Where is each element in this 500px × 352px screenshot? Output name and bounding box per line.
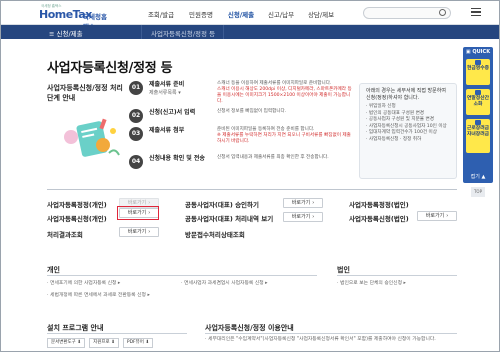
nav-item-certificate[interactable]: 민원증명 [181,9,221,19]
step-desc-text: 신청서 정보를 빠짐없이 입력합니다. [217,109,287,114]
step-desc-note: 스캐너 이용시 해상도 200dpi 이상, 디지털카메라, 스마트폰카메라 등… [217,87,352,104]
step-desc-text: 신청서 입력내용과 제출서류를 최종 확인한 후 전송합니다. [217,155,329,160]
search-input[interactable] [363,7,451,19]
quick-earned-income[interactable]: 근로장려금자녀장려금 [466,119,490,153]
download-support-button[interactable]: 지원프로 ⬇ [89,338,119,348]
go-button-joint-approve[interactable]: 바로가기 › [283,198,323,208]
quick-title: ▣ QUICK [465,49,491,55]
shortcut-label: 사업자등록신청(법인) [349,215,409,223]
divider [337,275,457,276]
step-title: 제출서류 첨부 [149,127,185,134]
page-title: 사업자등록신청/정정 등 [47,61,173,76]
download-converter-button[interactable]: 문서변환도구 ⬇ [47,338,85,348]
visit-notice-box: 아래의 경우는 세무서에 직접 방문하여 신청(정정)하셔야 합니다. · 위임… [359,83,457,179]
quick-collapse-button[interactable]: 접기 ▲ [463,173,493,180]
link-tax-exempt-waiver[interactable]: · 면세포기에 의한 사업자등록 신청 ▸ [47,279,120,286]
divider [47,189,457,190]
top-header: 국세청 홈택스 HomeTax 국세청홈택스 조회/발급 민원증명 신청/제출 … [1,1,499,31]
download-pdf-viewer-button[interactable]: PDF뷰어 ⬇ [123,338,153,348]
nav-item-apply[interactable]: 신청/제출 [221,9,261,19]
step-title: 신청(신고)서 입력 [149,109,196,116]
link-exempt-to-taxable[interactable]: · 세법개정에 따른 면세에서 과세로 전환등록 신청 ▸ [47,291,150,298]
nav-item-consult[interactable]: 상담/제보 [301,9,341,19]
divider [47,275,317,276]
document-icon [475,90,481,95]
divider [47,333,187,334]
step-title: 신청내용 확인 및 전송 [149,155,205,162]
app-window: 국세청 홈택스 HomeTax 국세청홈택스 조회/발급 민원증명 신청/제출 … [0,0,500,352]
shortcut-label: 방문접수처리상태조회 [185,231,245,239]
process-guide-title: 사업자등록신청/정정 처리단계 안내 [47,84,123,102]
nav-item-report[interactable]: 신고/납부 [261,9,301,19]
step-title: 제출서류 준비 [149,81,185,88]
link-corporate-group-approval[interactable]: · 법인으로 보는 단체의 승인신청 ▸ [337,279,406,286]
step-number: 03 [129,127,143,141]
all-menu-button[interactable]: ≡ 신청/제출 [49,28,83,38]
tax-document-illustration [64,118,120,157]
shortcut-label: 사업자등록신청(개인) [47,215,107,223]
breadcrumb[interactable]: 사업자등록신청/정정 등 [151,28,215,38]
divider [223,25,224,39]
go-button-joint-history[interactable]: 바로가기 › [283,212,323,222]
top-button[interactable]: TOP [471,187,485,197]
highlight-box [117,206,159,220]
step-number: 02 [129,109,143,123]
step-description: 신청서 정보를 빠짐없이 입력합니다. [217,109,353,115]
shortcut-label: 공동사업자(대표) 승인하기 [185,201,259,209]
step-number: 04 [129,155,143,169]
link-exempt-taxable[interactable]: · 면세사업자 과세겸업시 사업자등록 신청 ▸ [181,279,268,286]
hometax-logo[interactable]: 국세청 홈택스 HomeTax 국세청홈택스 [39,4,109,31]
step-description: 스캐너 등을 이용하여 제출서류를 이미지파일로 준비합니다. 스캐너 이용시 … [217,81,353,105]
document-list-dropdown[interactable]: 제출서류목록 ▾ [149,89,209,96]
step-desc-note: ※ 제출서류를 누락하면 처리가 지연 되오니 구비서류를 빠짐없이 제출하시기… [217,133,351,144]
divider [205,333,457,334]
sub-navigation: ≡ 신청/제출 사업자등록신청/정정 등 [1,25,499,39]
go-button-result-lookup[interactable]: 바로가기 › [119,227,159,237]
shortcut-label: 사업자등록정정(개인) [47,201,107,209]
step-description: 준비된 이미지파일을 등록하여 전송 준비를 합니다. ※ 제출서류를 누락하면… [217,127,353,145]
shortcut-label: 사업자등록정정(법인) [349,201,409,209]
menu-icon[interactable] [471,8,481,18]
shortcut-label: 처리결과조회 [47,231,83,239]
notice-item: · 사업자등록신청 · 정정 취하 [366,136,422,142]
nav-item-lookup[interactable]: 조회/발급 [141,9,181,19]
step-number: 01 [129,81,143,95]
shortcut-label: 공동사업자(대표) 처리내역 보기 [185,215,274,223]
search-icon[interactable] [439,9,446,16]
step-description: 신청서 입력내용과 제출서류를 최종 확인한 후 전송합니다. [217,155,353,161]
guide-item: · 세무대리인은 "수임계약서"(사업자등록신청 "사업자등록신청서류 확인서"… [205,337,436,342]
section-title-corporate: 법인 [337,266,350,274]
section-title-install: 설치 프로그램 안내 [47,324,104,332]
go-button-register-corporate[interactable]: 바로가기 › [417,211,457,221]
main-nav: 조회/발급 민원증명 신청/제출 신고/납부 상담/제보 [141,9,341,19]
section-title-personal: 개인 [47,266,60,274]
quick-year-end[interactable]: 연말정산간소화 [466,89,490,115]
coin-icon [475,120,481,125]
quick-panel: ▣ QUICK 현금영수증 연말정산간소화 근로장려금자녀장려금 접기 ▲ [463,47,493,183]
section-title-guide: 사업자등록신청/정정 이용안내 [205,324,294,332]
quick-cash-receipt[interactable]: 현금영수증 [466,59,490,85]
receipt-icon [475,60,481,65]
divider [141,25,142,39]
notice-heading: 아래의 경우는 세무서에 직접 방문하여 신청(정정)하셔야 합니다. [366,88,446,101]
